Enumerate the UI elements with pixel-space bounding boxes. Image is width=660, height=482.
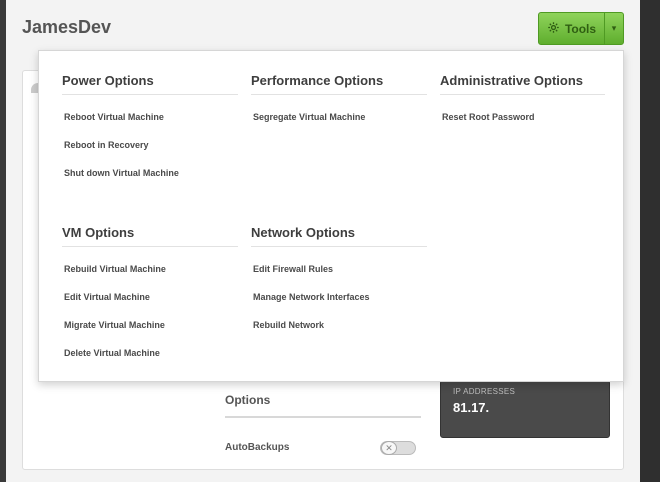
menu-item-edit-vm[interactable]: Edit Virtual Machine — [64, 283, 238, 311]
power-options-heading: Power Options — [62, 73, 238, 95]
menu-item-rebuild-network[interactable]: Rebuild Network — [253, 311, 427, 339]
app-frame: JamesDev Tools ▾ IP ADDRESSES 81.17. Opt… — [6, 0, 640, 482]
power-options-group: Power Options Reboot Virtual Machine Reb… — [62, 73, 238, 187]
menu-item-manage-network-interfaces[interactable]: Manage Network Interfaces — [253, 283, 427, 311]
menu-item-edit-firewall-rules[interactable]: Edit Firewall Rules — [253, 255, 427, 283]
app-title: JamesDev — [22, 17, 112, 37]
vm-options-group: VM Options Rebuild Virtual Machine Edit … — [62, 225, 238, 367]
menu-item-migrate-vm[interactable]: Migrate Virtual Machine — [64, 311, 238, 339]
tools-dropdown-menu: Power Options Reboot Virtual Machine Reb… — [38, 50, 624, 382]
menu-item-segregate-vm[interactable]: Segregate Virtual Machine — [253, 103, 427, 131]
toggle-off-icon: ✕ — [381, 441, 397, 455]
tools-button-main[interactable]: Tools — [539, 13, 604, 44]
ip-addresses-box: IP ADDRESSES 81.17. — [440, 380, 610, 438]
administrative-options-group: Administrative Options Reset Root Passwo… — [440, 73, 605, 131]
menu-item-reboot-recovery[interactable]: Reboot in Recovery — [64, 131, 238, 159]
network-options-heading: Network Options — [251, 225, 427, 247]
tools-label: Tools — [564, 21, 597, 36]
performance-options-group: Performance Options Segregate Virtual Ma… — [251, 73, 427, 131]
chevron-down-icon: ▾ — [611, 23, 617, 33]
menu-item-reset-root-password[interactable]: Reset Root Password — [442, 103, 605, 131]
gear-icon — [547, 21, 560, 37]
ip-address-value: 81.17. — [453, 400, 490, 415]
options-heading: Options — [225, 393, 271, 407]
menu-item-rebuild-vm[interactable]: Rebuild Virtual Machine — [64, 255, 238, 283]
autobackups-label: AutoBackups — [225, 442, 290, 453]
administrative-options-heading: Administrative Options — [440, 73, 605, 95]
menu-item-delete-vm[interactable]: Delete Virtual Machine — [64, 339, 238, 367]
options-divider — [225, 416, 421, 418]
tools-caret-button[interactable]: ▾ — [604, 13, 623, 44]
window-edge — [640, 0, 660, 482]
tools-button[interactable]: Tools ▾ — [538, 12, 624, 45]
autobackups-toggle[interactable]: ✕ — [380, 441, 416, 455]
vm-options-heading: VM Options — [62, 225, 238, 247]
performance-options-heading: Performance Options — [251, 73, 427, 95]
ip-addresses-label: IP ADDRESSES — [453, 387, 516, 396]
menu-item-reboot-vm[interactable]: Reboot Virtual Machine — [64, 103, 238, 131]
network-options-group: Network Options Edit Firewall Rules Mana… — [251, 225, 427, 339]
menu-item-shutdown-vm[interactable]: Shut down Virtual Machine — [64, 159, 238, 187]
